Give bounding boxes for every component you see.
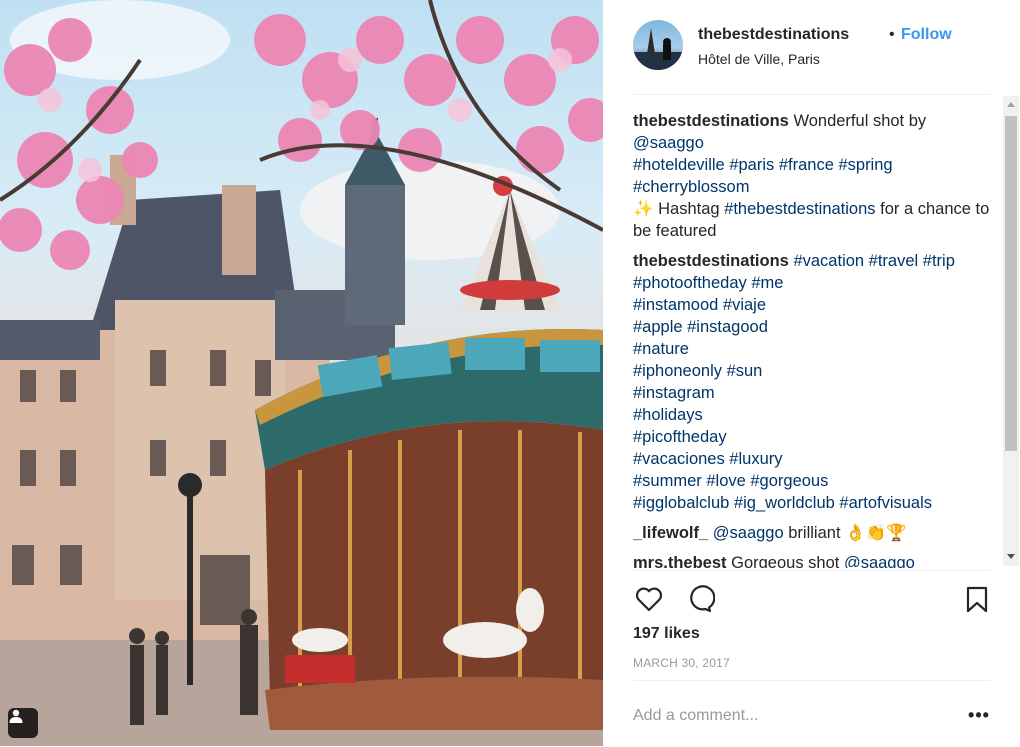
mention-link[interactable]: @saaggo [844,554,915,568]
user-tag-icon [9,709,23,723]
hashtag-line[interactable]: #igglobalclub #ig_worldclub #artofvisual… [633,494,932,512]
comment-text: Hashtag [653,200,725,218]
comment-bubble-icon [690,585,716,613]
comment-author[interactable]: thebestdestinations [633,112,789,130]
hashtag-line[interactable]: #apple #instagood [633,318,768,336]
comments-scrollbar[interactable] [1003,96,1019,566]
hashtag-line[interactable]: #picoftheday [633,428,727,446]
add-comment-bar: ••• [633,680,991,747]
post-photo[interactable] [0,0,603,746]
hashtag-line[interactable]: #hoteldeville #paris #france #spring [633,156,893,174]
hashtag-link[interactable]: #thebestdestinations [724,200,875,218]
comment-text: Wonderful shot by [793,112,927,130]
avatar-image [633,28,683,70]
scroll-up-arrow-icon[interactable] [1007,102,1015,107]
mention-link[interactable]: @saaggo [633,134,704,152]
scroll-down-arrow-icon[interactable] [1007,554,1015,559]
comment-author[interactable]: mrs.thebest [633,554,727,568]
user-tag-button[interactable] [8,708,38,738]
sparkle-emoji: ✨ [633,200,654,218]
heart-icon [635,587,663,612]
hashtag-line[interactable]: #vacaciones #luxury [633,450,783,468]
comment-item: _lifewolf_ @saaggo brilliant 👌👏🏆 [633,522,1001,544]
hashtag-line[interactable]: #vacation #travel #trip [793,252,954,270]
hashtag-line[interactable]: #nature [633,340,689,358]
likes-count[interactable]: 197 likes [633,625,700,643]
post-details-panel: thebestdestinations • Follow Hôtel de Vi… [603,0,1020,746]
post-username[interactable]: thebestdestinations [698,26,849,44]
scrollbar-thumb[interactable] [1005,116,1017,451]
comment-text: Gorgeous shot [731,554,844,568]
hashtag-line[interactable]: #photooftheday #me [633,274,783,292]
post-date[interactable]: MARCH 30, 2017 [633,656,730,670]
hashtag-line[interactable]: #instamood #viaje [633,296,766,314]
comment-author[interactable]: thebestdestinations [633,252,789,270]
post-actions [633,570,991,613]
comment-text: brilliant 👌👏🏆 [783,524,907,542]
post-header: thebestdestinations • Follow Hôtel de Vi… [633,20,991,95]
bookmark-icon [966,586,988,613]
hashtag-line[interactable]: #summer #love #gorgeous [633,472,828,490]
more-options-button[interactable]: ••• [967,703,991,727]
photo-illustration [0,0,603,746]
mention-link[interactable]: @saaggo [713,524,784,542]
post-location[interactable]: Hôtel de Ville, Paris [698,51,820,67]
header-separator: • [889,26,895,43]
hashtag-line[interactable]: #holidays [633,406,703,424]
save-button[interactable] [961,583,993,615]
comment-caption: thebestdestinations Wonderful shot by @s… [633,110,1001,242]
avatar[interactable] [633,20,683,70]
comment-author[interactable]: _lifewolf_ [633,524,708,542]
comment-hashtags: thebestdestinations #vacation #travel #t… [633,250,1001,514]
comment-input[interactable] [633,705,953,727]
hashtag-line[interactable]: #cherryblossom [633,178,749,196]
hashtag-line[interactable]: #instagram [633,384,715,402]
follow-button[interactable]: Follow [901,26,952,44]
comment-item: mrs.thebest Gorgeous shot @saaggo [633,552,1001,568]
comment-button[interactable] [683,583,716,615]
hashtag-line[interactable]: #iphoneonly #sun [633,362,762,380]
like-button[interactable] [633,583,665,615]
comments-list[interactable]: thebestdestinations Wonderful shot by @s… [633,110,1001,568]
